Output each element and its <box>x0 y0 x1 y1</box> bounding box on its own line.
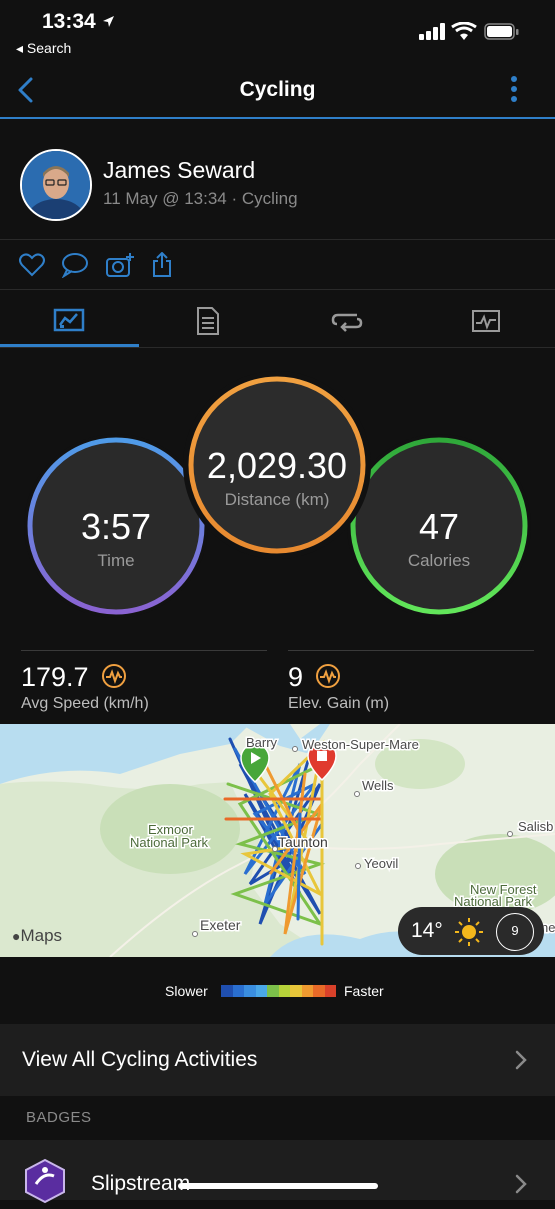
person-photo-icon <box>22 151 90 219</box>
route-map[interactable]: Barry Weston-Super-Mare Wells Exmoor Nat… <box>0 724 555 957</box>
heart-icon <box>19 253 45 277</box>
speed-legend-bar <box>221 985 336 997</box>
weather-pill[interactable]: 14° 9 <box>398 907 544 955</box>
view-all-label: View All Cycling Activities <box>22 1048 258 1071</box>
battery-icon <box>484 22 520 47</box>
map-label: Barry <box>246 735 278 750</box>
legend-swatch <box>221 985 233 997</box>
tab-laps[interactable] <box>278 298 416 344</box>
map-label: Wells <box>362 778 394 793</box>
divider <box>0 289 555 290</box>
chart-icon <box>472 310 500 332</box>
status-time: 13:34 <box>42 10 116 34</box>
activity-pulse-icon <box>316 664 341 688</box>
chevron-right-icon <box>512 1173 530 1200</box>
legend-swatch <box>290 985 302 997</box>
badge-row[interactable] <box>0 1140 555 1200</box>
avg-speed-label: Avg Speed (km/h) <box>21 695 149 712</box>
location-arrow-icon <box>102 16 114 28</box>
divider <box>21 650 267 651</box>
badges-header: BADGES <box>26 1109 92 1126</box>
legend-swatch <box>255 985 267 997</box>
summary-icon <box>53 308 85 332</box>
calories-ring: 47 Calories <box>344 431 534 621</box>
divider <box>0 239 555 240</box>
share-button[interactable] <box>150 251 178 278</box>
legend-swatch <box>267 985 279 997</box>
laps-icon <box>331 313 363 332</box>
share-icon <box>153 251 171 277</box>
add-photo-button[interactable] <box>105 252 135 278</box>
attribution-text: Maps <box>20 926 63 945</box>
tab-charts[interactable] <box>417 298 555 344</box>
activity-pulse-icon <box>102 664 127 688</box>
maps-attribution[interactable]: ●Maps <box>12 926 62 946</box>
activity-subtitle: 11 May @ 13:34 · Cycling <box>103 189 298 208</box>
page-title: Cycling <box>239 78 316 101</box>
nav-divider <box>0 117 555 119</box>
wind-indicator: 9 <box>496 913 534 951</box>
details-icon <box>197 307 219 335</box>
legend-swatch <box>278 985 290 997</box>
legend-slower: Slower <box>165 983 208 999</box>
sun-icon <box>455 918 483 946</box>
distance-ring: 2,029.30 Distance (km) <box>182 370 372 560</box>
tab-details[interactable] <box>139 298 277 344</box>
more-button[interactable] <box>502 74 526 106</box>
chevron-right-icon <box>512 1049 530 1076</box>
signal-icon <box>418 22 446 47</box>
comment-button[interactable] <box>61 252 89 279</box>
temperature: 14° <box>411 919 443 942</box>
home-indicator[interactable] <box>178 1183 378 1189</box>
camera-add-icon <box>106 253 134 277</box>
map-label: National Park <box>130 835 209 850</box>
wifi-icon <box>451 21 477 47</box>
map-label: Salisb <box>518 819 553 834</box>
distance-label: Distance (km) <box>224 490 330 509</box>
calories-label: Calories <box>407 551 471 570</box>
user-name[interactable]: James Seward <box>103 157 255 184</box>
avatar[interactable] <box>20 149 92 221</box>
like-button[interactable] <box>18 252 46 278</box>
status-time-text: 13:34 <box>42 10 96 33</box>
legend-swatch <box>232 985 244 997</box>
back-to-search-link[interactable]: ◂ Search <box>16 40 71 57</box>
avg-speed-stat[interactable]: 179.7 Avg Speed (km/h) <box>21 662 149 713</box>
divider <box>0 347 555 348</box>
elev-gain-value: 9 <box>288 662 304 692</box>
map-label: Weston-Super-Mare <box>302 737 419 752</box>
tab-summary[interactable] <box>0 298 138 344</box>
legend-swatch <box>324 985 336 997</box>
badge-name: Slipstream <box>91 1172 191 1195</box>
wind-speed: 9 <box>511 923 519 938</box>
elev-gain-stat[interactable]: 9 Elev. Gain (m) <box>288 662 389 713</box>
distance-value: 2,029.30 <box>206 445 348 486</box>
comment-icon <box>61 253 88 279</box>
legend-faster: Faster <box>344 983 384 999</box>
legend-swatch <box>301 985 313 997</box>
legend-swatch <box>244 985 256 997</box>
legend-swatch <box>313 985 325 997</box>
calories-value: 47 <box>418 506 460 547</box>
map-label: Exeter <box>200 917 241 933</box>
avg-speed-value: 179.7 <box>21 662 89 692</box>
elev-gain-label: Elev. Gain (m) <box>288 695 390 712</box>
map-label: Taunton <box>278 834 328 850</box>
divider <box>288 650 534 651</box>
slipstream-badge-icon <box>22 1158 68 1204</box>
map-label: Yeovil <box>364 856 398 871</box>
more-vertical-icon <box>511 76 517 102</box>
